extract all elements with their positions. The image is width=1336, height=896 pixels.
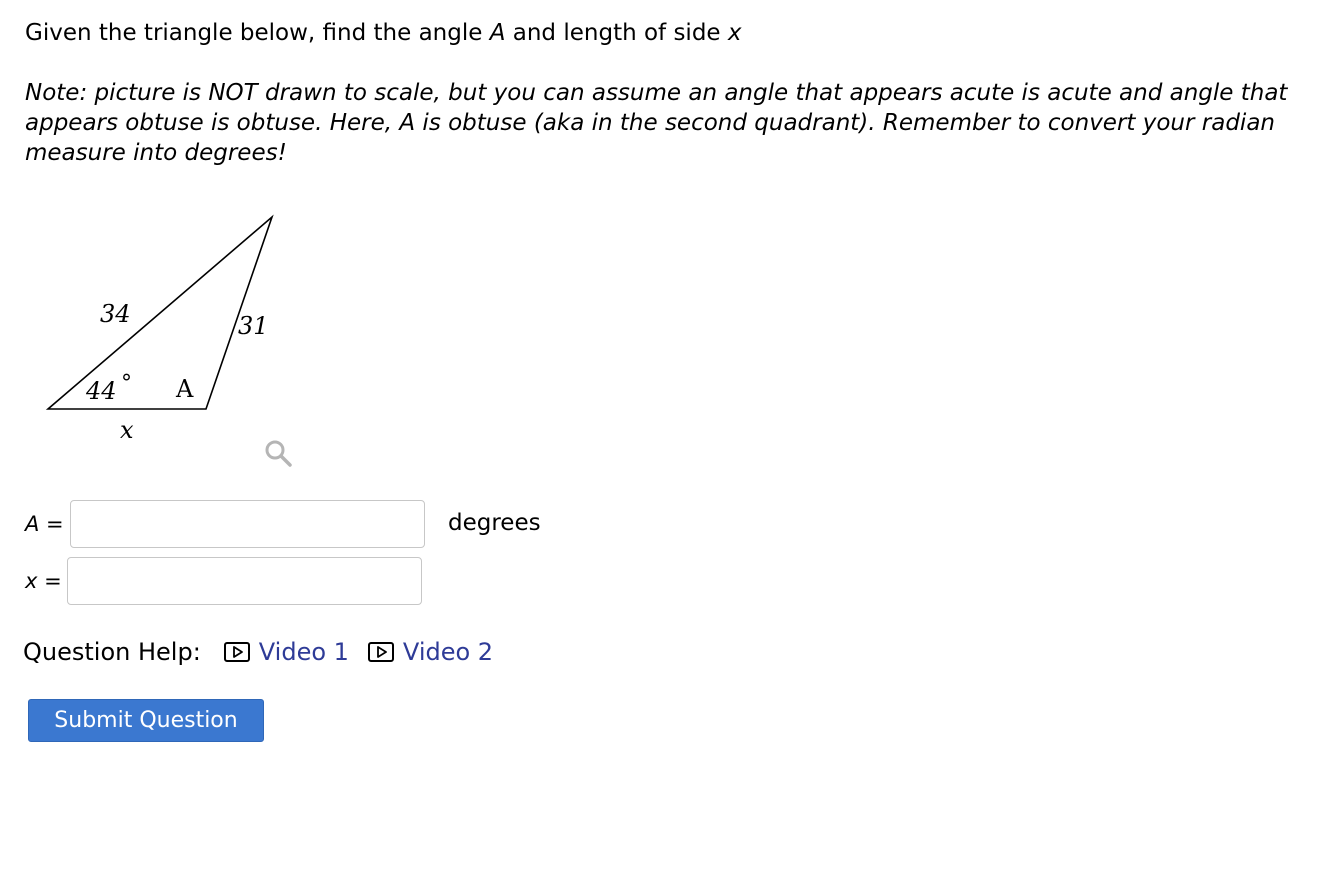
question-help: Question Help: Video 1 Video 2 bbox=[23, 636, 493, 668]
video-2-label: Video 2 bbox=[402, 638, 494, 666]
magnify-icon[interactable] bbox=[262, 437, 296, 471]
angle-given-label: 44 bbox=[85, 377, 117, 405]
side-right-label: 31 bbox=[238, 312, 269, 340]
answer-a-input[interactable] bbox=[70, 500, 425, 548]
side-left-label: 34 bbox=[100, 300, 131, 328]
prompt-text-2: and length of side bbox=[505, 20, 728, 46]
answer-a-label: A = bbox=[25, 512, 64, 536]
play-icon bbox=[367, 642, 394, 662]
help-label: Question Help: bbox=[23, 638, 201, 666]
play-icon bbox=[223, 642, 250, 662]
answer-x-input[interactable] bbox=[67, 557, 422, 605]
answer-row-a: A = degrees bbox=[25, 500, 585, 554]
side-bottom-label: x bbox=[120, 416, 134, 444]
answer-x-label: x = bbox=[25, 569, 62, 593]
answer-a-equals: = bbox=[39, 512, 64, 536]
question-prompt: Given the triangle below, find the angle… bbox=[25, 18, 742, 48]
answer-a-var: A bbox=[25, 512, 40, 536]
degree-symbol: ° bbox=[121, 371, 132, 396]
answer-a-unit: degrees bbox=[448, 510, 541, 536]
prompt-text-1: Given the triangle below, find the angle bbox=[25, 20, 490, 46]
answer-x-var: x bbox=[25, 569, 38, 593]
answer-x-equals: = bbox=[37, 569, 62, 593]
video-2-link[interactable]: Video 2 bbox=[367, 636, 493, 668]
video-1-label: Video 1 bbox=[258, 638, 349, 666]
prompt-var-a: A bbox=[489, 20, 506, 46]
triangle-diagram: 34 31 44 ° A x bbox=[45, 214, 274, 444]
submit-question-button[interactable]: Submit Question bbox=[28, 699, 264, 742]
triangle-figure: 34 31 44 ° A x bbox=[30, 200, 330, 475]
answer-row-x: x = bbox=[25, 557, 445, 611]
video-1-link[interactable]: Video 1 bbox=[223, 636, 349, 668]
angle-unknown-label: A bbox=[175, 375, 194, 403]
prompt-var-x: x bbox=[727, 20, 742, 46]
question-note: Note: picture is NOT drawn to scale, but… bbox=[25, 80, 1288, 166]
